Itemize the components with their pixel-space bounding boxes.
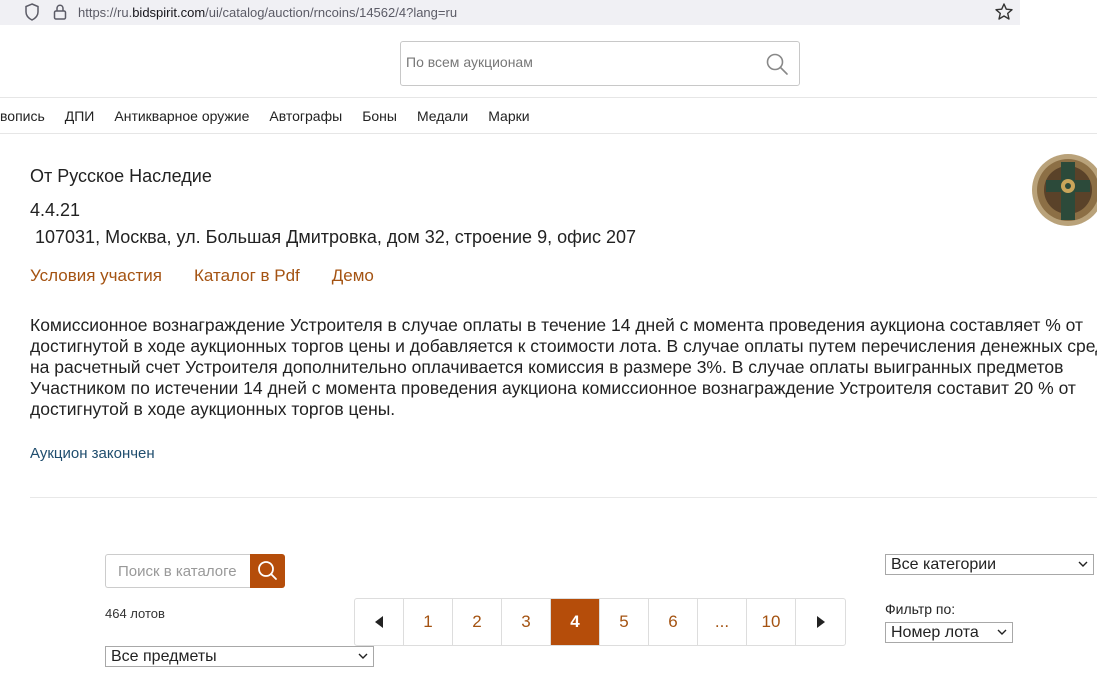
browser-url-bar: https://ru.bidspirit.com/ui/catalog/auct…: [0, 0, 1097, 25]
auction-status: Аукцион закончен: [30, 445, 155, 462]
bookmark-star-icon[interactable]: [994, 2, 1014, 22]
filter-label: Фильтр по:: [885, 601, 956, 617]
categories-select[interactable]: Все категории: [885, 554, 1094, 575]
global-search-input[interactable]: [406, 54, 746, 70]
pagination: 1 2 3 4 5 6 ... 10: [354, 598, 846, 646]
page-button[interactable]: 5: [600, 599, 649, 645]
prev-page-button[interactable]: [355, 599, 404, 645]
category-item[interactable]: Медали: [417, 108, 468, 124]
auction-terms-text: Комиссионное вознаграждение Устроителя в…: [30, 315, 1097, 419]
page-ellipsis[interactable]: ...: [698, 599, 747, 645]
ornament-logo-image: [982, 154, 1097, 229]
toolbar-spacer: [1020, 0, 1097, 25]
chevron-down-icon: [358, 653, 368, 659]
page-button[interactable]: 6: [649, 599, 698, 645]
lot-count: 464 лотов: [105, 606, 165, 621]
category-item[interactable]: Антикварное оружие: [114, 108, 249, 124]
auction-address: 107031, Москва, ул. Большая Дмитровка, д…: [30, 227, 636, 247]
catalog-search-button[interactable]: [250, 554, 285, 588]
auction-seller: От Русское Наследие: [30, 166, 212, 186]
page-button[interactable]: 2: [453, 599, 502, 645]
auction-date: 4.4.21: [30, 200, 81, 220]
items-select-value: Все предметы: [111, 648, 217, 665]
url-domain: bidspirit.com: [132, 5, 206, 20]
next-page-button[interactable]: [796, 599, 845, 645]
url-prefix: https://ru.: [78, 5, 133, 20]
filter-select-value: Номер лота: [891, 624, 979, 641]
catalog-search-input[interactable]: [105, 554, 251, 588]
lock-icon[interactable]: [52, 3, 68, 21]
page-button[interactable]: 10: [747, 599, 796, 645]
categories-select-value: Все категории: [891, 556, 997, 573]
chevron-down-icon: [1078, 561, 1088, 567]
divider: [30, 497, 1097, 498]
search-icon: [258, 561, 277, 580]
arrow-left-icon: [375, 616, 383, 628]
arrow-right-icon: [816, 616, 825, 628]
category-item[interactable]: вопись: [0, 108, 45, 124]
shield-icon[interactable]: [24, 3, 40, 21]
items-select[interactable]: Все предметы: [105, 646, 374, 667]
auction-links: Условия участия Каталог в Pdf Демо: [30, 266, 406, 286]
terms-link[interactable]: Условия участия: [30, 266, 162, 286]
page-button[interactable]: 1: [404, 599, 453, 645]
category-item[interactable]: ДПИ: [65, 108, 95, 124]
url-path: /ui/catalog/auction/rncoins/14562/4?lang…: [205, 5, 458, 20]
category-item[interactable]: Марки: [488, 108, 529, 124]
global-search-box[interactable]: [400, 41, 800, 86]
search-icon[interactable]: [765, 52, 789, 76]
category-nav: вопись ДПИ Антикварное оружие Автографы …: [0, 98, 1097, 134]
auction-house-logo[interactable]: [982, 154, 1097, 229]
url-text[interactable]: https://ru.bidspirit.com/ui/catalog/auct…: [78, 5, 457, 20]
pdf-catalog-link[interactable]: Каталог в Pdf: [194, 266, 300, 286]
chevron-down-icon: [997, 629, 1007, 635]
page-button-current[interactable]: 4: [551, 599, 600, 645]
category-item[interactable]: Боны: [362, 108, 397, 124]
site-header: [0, 25, 1097, 98]
catalog-search: [105, 554, 285, 588]
page-button[interactable]: 3: [502, 599, 551, 645]
demo-link[interactable]: Демо: [332, 266, 374, 286]
category-item[interactable]: Автографы: [269, 108, 342, 124]
filter-select[interactable]: Номер лота: [885, 622, 1013, 643]
